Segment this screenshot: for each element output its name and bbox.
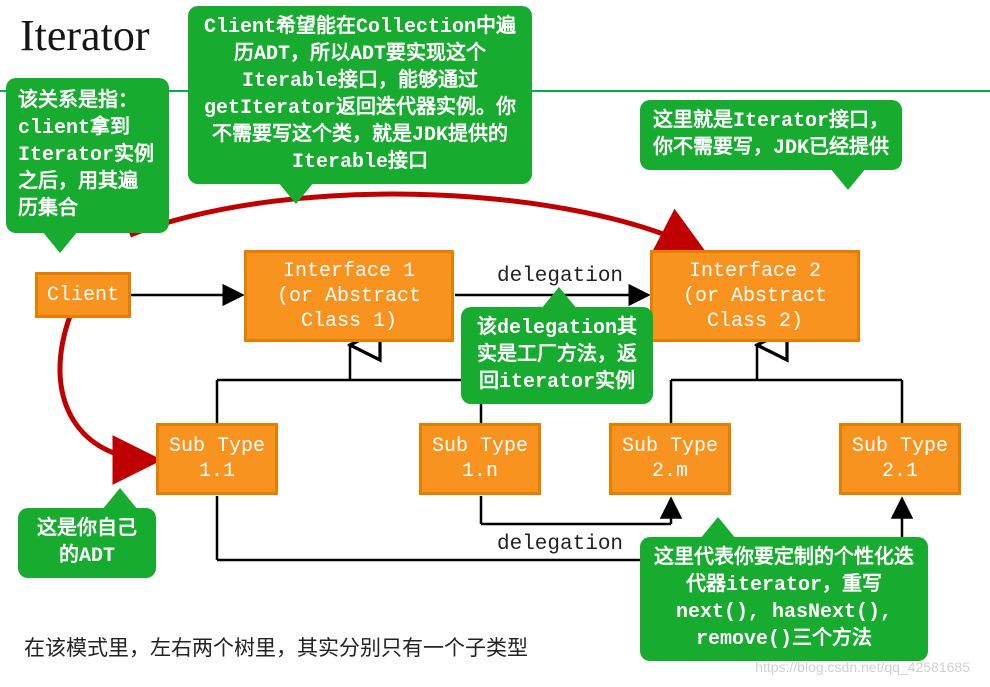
callout-left: 该关系是指：client拿到Iterator实例之后，用其遍历集合: [6, 78, 169, 233]
box-client: Client: [35, 272, 131, 318]
box-interface-2: Interface 2 (or Abstract Class 2): [650, 250, 860, 342]
callout-top-center-text: Client希望能在Collection中遍历ADT，所以ADT要实现这个Ite…: [204, 16, 516, 174]
callout-mid-text: 该delegation其实是工厂方法，返回iterator实例: [477, 317, 637, 394]
watermark: https://blog.csdn.net/qq_42581685: [755, 659, 970, 675]
box-subtype-2-1: Sub Type 2.1: [839, 423, 961, 495]
page-title: Iterator: [20, 10, 149, 61]
callout-bottom-right-text: 这里代表你要定制的个性化迭代器iterator，重写next(), hasNex…: [654, 547, 914, 651]
footer-note: 在该模式里，左右两个树里，其实分别只有一个子类型: [24, 632, 528, 662]
callout-top-center: Client希望能在Collection中遍历ADT，所以ADT要实现这个Ite…: [188, 6, 532, 184]
callout-bottom-left: 这是你自己的ADT: [18, 508, 156, 578]
label-delegation-bottom: delegation: [497, 533, 623, 556]
box-subtype-1-n: Sub Type 1.n: [419, 423, 541, 495]
box-subtype-1-1: Sub Type 1.1: [156, 423, 278, 495]
callout-left-text: 该关系是指：client拿到Iterator实例之后，用其遍历集合: [18, 90, 154, 221]
callout-bottom-right: 这里代表你要定制的个性化迭代器iterator，重写next(), hasNex…: [640, 537, 928, 661]
callout-top-right-text: 这里就是Iterator接口，你不需要写，JDK已经提供: [653, 110, 889, 160]
box-interface-1: Interface 1 (or Abstract Class 1): [244, 250, 454, 342]
label-delegation-top: delegation: [497, 265, 623, 288]
callout-mid-delegation: 该delegation其实是工厂方法，返回iterator实例: [461, 307, 653, 404]
callout-top-right: 这里就是Iterator接口，你不需要写，JDK已经提供: [640, 100, 902, 170]
callout-bottom-left-text: 这是你自己的ADT: [37, 518, 137, 568]
box-subtype-2-m: Sub Type 2.m: [609, 423, 731, 495]
